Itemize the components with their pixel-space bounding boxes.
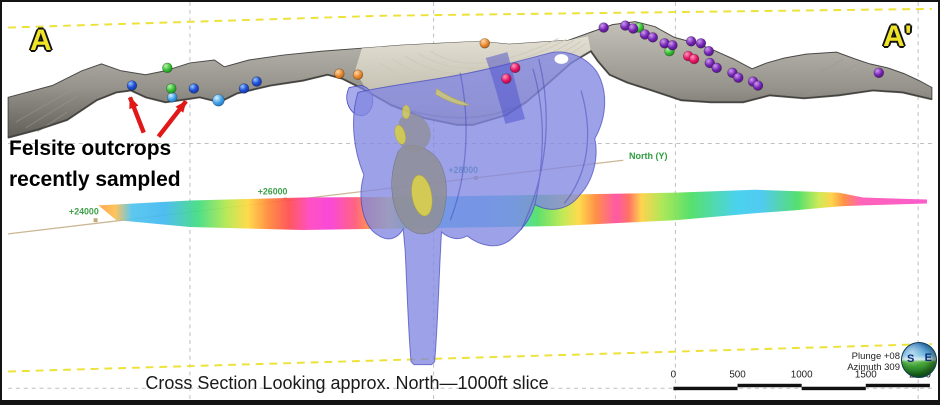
annotation-arrows xyxy=(130,97,186,136)
sample-point-pink xyxy=(501,74,511,84)
sample-point-pink xyxy=(510,63,520,73)
felsite-annotation-line2: recently sampled xyxy=(9,164,181,195)
sample-point-purple xyxy=(686,36,696,46)
sample-point-orange xyxy=(353,70,363,80)
axis-tick-mark xyxy=(94,218,98,222)
scale-bar-tick-label: 500 xyxy=(729,369,746,380)
scale-bar-segment xyxy=(802,387,866,390)
sample-point-green xyxy=(166,84,176,94)
sample-point-blue xyxy=(252,77,262,87)
felsite-gap xyxy=(555,54,569,64)
sample-point-blue xyxy=(189,84,199,94)
section-label-a-prime: A' xyxy=(883,20,912,54)
sample-point-purple xyxy=(733,73,743,83)
scale-bar-tick-label: 1000 xyxy=(791,369,813,380)
sample-point-purple xyxy=(753,81,763,91)
sample-point-purple xyxy=(648,32,658,42)
sample-point-purple xyxy=(599,23,609,33)
sample-point-purple xyxy=(704,46,714,56)
north-axis-label: North (Y) xyxy=(629,151,668,161)
azimuth-value: Azimuth 309 xyxy=(820,362,900,373)
sample-point-purple xyxy=(668,40,678,50)
plunge-value: Plunge +08 xyxy=(820,351,900,362)
cross-section-scene: +24000+26000+28000 xyxy=(2,2,938,400)
viewport-frame: +24000+26000+28000 xyxy=(0,0,940,405)
axis-tick-label: +24000 xyxy=(69,206,99,216)
annotation-arrow xyxy=(158,101,186,136)
section-label-a: A xyxy=(30,24,52,58)
sample-point-blue xyxy=(239,84,249,94)
sample-point-purple xyxy=(696,38,706,48)
scale-bar-segment xyxy=(866,384,930,387)
slice-boundary-bottom xyxy=(8,344,932,372)
figure-caption: Cross Section Looking approx. North—1000… xyxy=(112,373,582,394)
sample-point-purple xyxy=(874,68,884,78)
sample-point-green xyxy=(162,63,172,73)
sample-point-blue xyxy=(127,81,137,91)
annotation-arrow xyxy=(130,97,144,132)
view-orientation-info: Plunge +08 Azimuth 309 xyxy=(820,351,900,373)
sample-point-lightblue xyxy=(167,92,177,102)
scale-bar-segment xyxy=(738,384,802,387)
axis-tick-label: +26000 xyxy=(258,187,288,197)
slice-boundary-top xyxy=(8,9,932,28)
scale-bar-tick-label: 0 xyxy=(671,369,677,380)
felsite-annotation: Felsite outcrops recently sampled xyxy=(9,133,181,195)
sample-point-purple xyxy=(712,63,722,73)
sample-point-pink xyxy=(689,54,699,64)
globe-east-letter: E xyxy=(925,352,932,364)
scale-bar-segment xyxy=(673,387,737,390)
orientation-globe-icon[interactable]: S E xyxy=(901,342,937,378)
globe-south-letter: S xyxy=(907,353,914,365)
sample-point-purple xyxy=(628,24,638,34)
sample-point-lightblue xyxy=(213,94,225,106)
sample-point-orange xyxy=(480,38,490,48)
sample-point-orange xyxy=(334,69,344,79)
felsite-annotation-line1: Felsite outcrops xyxy=(9,133,181,164)
